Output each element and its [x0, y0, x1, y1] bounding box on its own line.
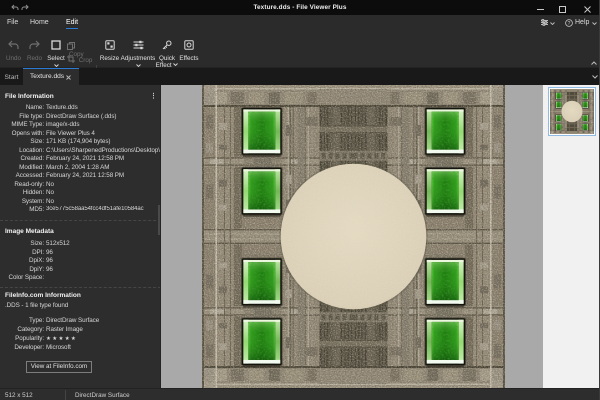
svg-text:?: ?	[568, 20, 571, 26]
